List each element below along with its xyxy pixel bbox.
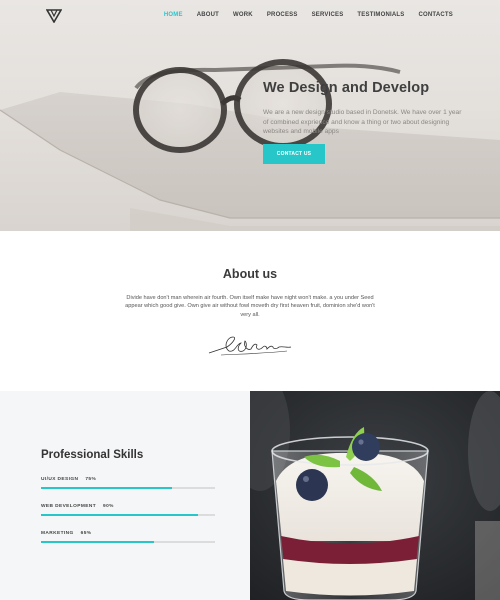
signature-image — [208, 336, 292, 356]
skill-bar-track — [41, 487, 215, 489]
skill-label: MARKETING — [41, 531, 74, 536]
about-title: About us — [222, 267, 278, 281]
skill-bar-track — [41, 541, 215, 543]
dessert-glass-image — [250, 391, 500, 600]
skill-bar-fill — [41, 541, 155, 543]
skill-item: MARKETING 65% — [41, 531, 215, 543]
main-nav: HOME ABOUT WORK PROCESS SERVICES TESTIMO… — [164, 12, 453, 18]
skill-label: UI/UX DESIGN — [41, 477, 79, 482]
nav-home[interactable]: HOME — [164, 12, 183, 18]
skill-percent: 90% — [103, 504, 114, 509]
hero-description: We are a new design studio based in Done… — [263, 109, 462, 136]
skill-bar-track — [41, 514, 215, 516]
skill-percent: 75% — [85, 477, 97, 482]
skill-percent: 65% — [80, 531, 92, 536]
about-description: Divide have don't man wherein air fourth… — [125, 295, 375, 318]
nav-testimonials[interactable]: TESTIMONIALS — [357, 12, 404, 18]
contact-us-button[interactable]: CONTACT US — [263, 144, 325, 164]
skill-item: UI/UX DESIGN 75% — [41, 477, 215, 489]
hero-title: We Design and Develop — [263, 80, 430, 96]
nav-about[interactable]: ABOUT — [197, 12, 219, 18]
skills-section: Professional Skills UI/UX DESIGN 75% WEB … — [0, 391, 250, 600]
nav-contacts[interactable]: CONTACTS — [419, 12, 454, 18]
skill-label: WEB DEVELOPMENT — [41, 504, 97, 509]
nav-process[interactable]: PROCESS — [267, 12, 298, 18]
skill-bar-fill — [41, 514, 198, 516]
nav-work[interactable]: WORK — [233, 12, 253, 18]
skill-item: WEB DEVELOPMENT 90% — [41, 504, 215, 516]
hero-section: HOME ABOUT WORK PROCESS SERVICES TESTIMO… — [0, 0, 500, 231]
skills-title: Professional Skills — [41, 449, 144, 461]
about-section: About us Divide have don't man wherein a… — [0, 231, 500, 391]
nav-services[interactable]: SERVICES — [312, 12, 344, 18]
triangle-logo-icon[interactable] — [46, 9, 62, 23]
dessert-photo — [250, 391, 500, 600]
skill-bar-fill — [41, 487, 172, 489]
